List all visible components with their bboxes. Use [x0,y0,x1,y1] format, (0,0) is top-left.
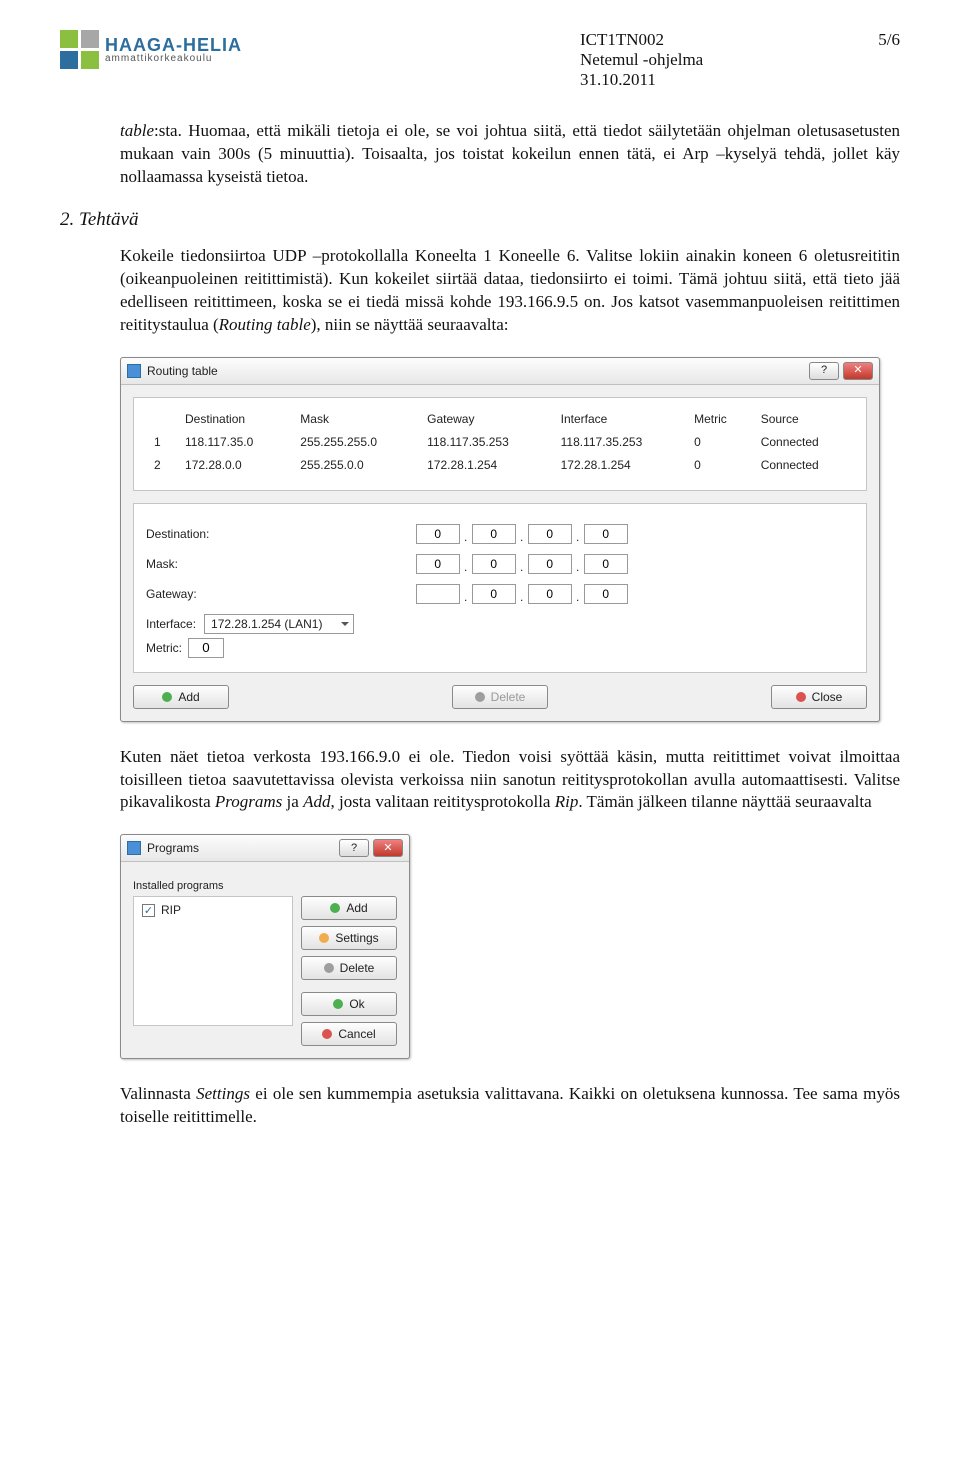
list-item: ✓ RIP [134,901,292,919]
programs-window: Programs ? ✕ Installed programs ✓ RIP [120,834,410,1059]
paragraph-4: Valinnasta Settings ei ole sen kummempia… [120,1083,900,1129]
paragraph-3: Kuten näet tietoa verkosta 193.166.9.0 e… [120,746,900,815]
check-icon [333,999,343,1009]
window-title: Routing table [147,364,218,378]
section-heading: 2. Tehtävä [60,209,900,231]
settings-button[interactable]: Settings [301,926,397,950]
delete-button[interactable]: Delete [452,685,548,709]
doc-title: Netemul -ohjelma [580,50,703,70]
paragraph-1: table:sta. Huomaa, että mikäli tietoja e… [120,120,900,189]
cancel-button[interactable]: Cancel [301,1022,397,1046]
installed-list[interactable]: ✓ RIP [133,896,293,1026]
help-button[interactable]: ? [339,839,369,857]
interface-select[interactable]: 172.28.1.254 (LAN1) [204,614,354,634]
help-button[interactable]: ? [809,362,839,380]
add-button[interactable]: Add [301,896,397,920]
gateway-input[interactable]: . . . [416,584,628,604]
gateway-label: Gateway: [146,587,236,601]
cancel-icon [322,1029,332,1039]
brand-sub: ammattikorkeakoulu [105,54,242,64]
page-number: 5/6 [878,30,900,50]
table-row: 1118.117.35.0255.255.255.0118.117.35.253… [146,430,854,453]
logo-icon [60,30,99,69]
plus-icon [162,692,172,702]
routing-table-window: Routing table ? ✕ Destination Mask Gatew… [120,357,880,722]
minus-icon [324,963,334,973]
destination-input[interactable]: . . . [416,524,628,544]
brand-main: HAAGA-HELIA [105,36,242,54]
close-icon [796,692,806,702]
close-dialog-button[interactable]: Close [771,685,867,709]
close-button[interactable]: ✕ [373,839,403,857]
mask-label: Mask: [146,557,236,571]
gear-icon [319,933,329,943]
paragraph-2: Kokeile tiedonsiirtoa UDP –protokollalla… [120,245,900,337]
app-icon [127,364,141,378]
interface-label: Interface: [146,617,196,631]
add-button[interactable]: Add [133,685,229,709]
table-row: 2172.28.0.0255.255.0.0172.28.1.254172.28… [146,453,854,476]
doc-date: 31.10.2011 [580,70,656,90]
table-header-row: Destination Mask Gateway Interface Metri… [146,408,854,431]
routing-grid: Destination Mask Gateway Interface Metri… [146,408,854,476]
ok-button[interactable]: Ok [301,992,397,1016]
metric-stepper[interactable] [188,638,224,658]
plus-icon [330,903,340,913]
installed-label: Installed programs [133,880,397,892]
logo: HAAGA-HELIA ammattikorkeakoulu [60,30,260,69]
minus-icon [475,692,485,702]
checkbox[interactable]: ✓ [142,904,155,917]
app-icon [127,841,141,855]
delete-button[interactable]: Delete [301,956,397,980]
mask-input[interactable]: . . . [416,554,628,574]
close-button[interactable]: ✕ [843,362,873,380]
doc-code: ICT1TN002 [580,30,664,50]
destination-label: Destination: [146,527,236,541]
window-title: Programs [147,841,199,855]
metric-label: Metric: [146,641,182,655]
